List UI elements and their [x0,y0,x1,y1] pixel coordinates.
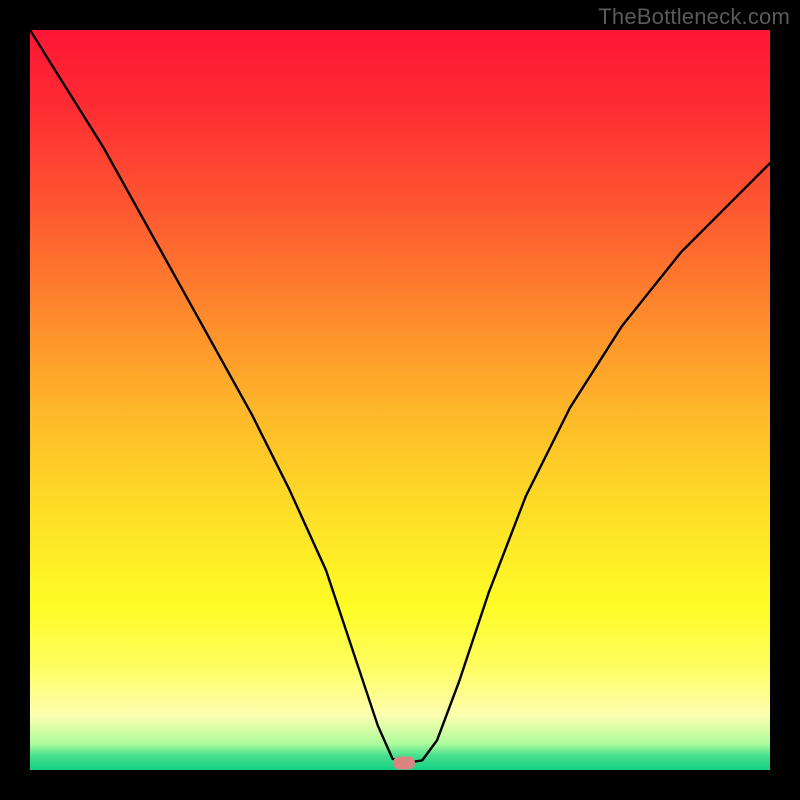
minimum-marker [393,757,415,770]
watermark-text: TheBottleneck.com [598,4,790,30]
chart-stage: TheBottleneck.com [0,0,800,800]
bottleneck-curve [30,30,770,770]
plot-area [30,30,770,770]
